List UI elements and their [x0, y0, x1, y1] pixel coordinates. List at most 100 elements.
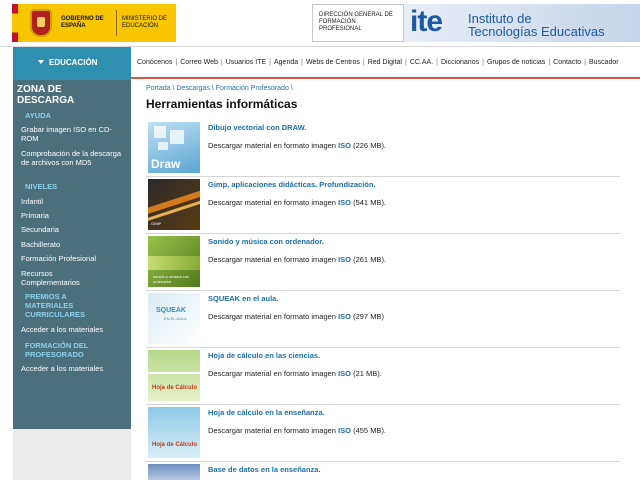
item-size: (541 MB). [353, 198, 387, 207]
sidebar-link-bachillerato[interactable]: Bachillerato [21, 240, 125, 249]
page-title: Herramientas informáticas [146, 97, 298, 111]
breadcrumb-portada[interactable]: Portada [146, 85, 171, 92]
sidebar-link-formacion-profesional[interactable]: Formación Profesional [21, 254, 125, 263]
nav-link-conocenos[interactable]: Conócenos [137, 59, 172, 66]
item-title-link[interactable]: Sonido y música con ordenador. [208, 237, 324, 246]
nav-link-correo-web[interactable]: Correo Web [180, 59, 218, 66]
niveles-heading: NIVELES [25, 182, 58, 191]
sidebar-link-primaria[interactable]: Primaria [21, 211, 125, 220]
iso-download-link[interactable]: ISO [338, 198, 351, 207]
squeak-thumbnail[interactable]: SQUEAK EN EL AULA [148, 293, 200, 344]
download-item: SQUEAK EN EL AULA SQUEAK en el aula. Des… [146, 291, 620, 348]
ayuda-heading: AYUDA [25, 111, 51, 120]
sidebar-link-formacion-materiales[interactable]: Acceder a los materiales [21, 364, 125, 373]
sidebar-link-secundaria[interactable]: Secundaria [21, 225, 125, 234]
ite-name: Instituto de Tecnologías Educativas [468, 12, 605, 38]
chevron-down-icon [38, 60, 44, 64]
item-desc-text: Descargar material en formato imagen [208, 255, 336, 264]
draw-thumbnail-label: Draw [151, 157, 181, 171]
download-zone-panel: ZONA DE DESCARGA AYUDA Grabar imagen ISO… [13, 80, 131, 429]
gobierno-logo[interactable]: GOBIERNO DE ESPAÑA MINISTERIO DE EDUCACI… [12, 4, 176, 42]
item-size: (261 MB). [353, 255, 387, 264]
sonido-thumbnail[interactable]: sonido y música con ordenador [148, 236, 200, 287]
nav-separator: | [404, 59, 407, 66]
item-description: Descargar material en formato imagen ISO… [208, 426, 386, 435]
educacion-dropdown-button[interactable]: EDUCACIÓN [13, 47, 131, 80]
hoja-thumbnail-label: Hoja de Cálculo [152, 385, 198, 391]
sidebar-footer [13, 429, 131, 480]
gimp-thumbnail[interactable]: GIMP [148, 179, 200, 230]
zone-title: ZONA DE DESCARGA [17, 84, 127, 106]
sonido-thumbnail-label: sonido y música con ordenador [153, 274, 190, 284]
download-item: sonido y música con ordenador Sonido y m… [146, 234, 620, 291]
breadcrumb: Portada \ Descargas \ Formación Profesor… [146, 85, 293, 92]
item-title-link[interactable]: Hoja de cálculo en las ciencias. [208, 351, 320, 360]
right-margin [620, 81, 640, 480]
item-desc-text: Descargar material en formato imagen [208, 312, 336, 321]
iso-download-link[interactable]: ISO [338, 141, 351, 150]
hoja-thumbnail-label: Hoja de Cálculo [152, 442, 198, 448]
sidebar-link-recursos-complementarios[interactable]: Recursos Complementarios [21, 269, 81, 287]
breadcrumb-separator: \ [288, 85, 293, 92]
nav-link-red-digital[interactable]: Red Digital [368, 59, 402, 66]
breadcrumb-descargas[interactable]: Descargas [176, 85, 209, 92]
nav-link-webs-de-centros[interactable]: Webs de Centros [306, 59, 360, 66]
download-item: Draw Dibujo vectorial con DRAW. Descarga… [146, 120, 620, 177]
nav-separator: | [301, 59, 303, 66]
squeak-thumbnail-label: SQUEAK [156, 307, 186, 314]
ite-banner[interactable]: ite Instituto de Tecnologías Educativas [404, 4, 640, 42]
left-sidebar: EDUCACIÓN ZONA DE DESCARGA AYUDA Grabar … [13, 47, 131, 480]
ministerio-text: MINISTERIO DE EDUCACIÓN [122, 16, 168, 29]
nav-link-agenda[interactable]: Agenda [274, 59, 298, 66]
squeak-thumbnail-sub: EN EL AULA [164, 316, 187, 321]
iso-download-link[interactable]: ISO [338, 426, 351, 435]
nav-items: Conócenos | Correo Web | Usuarios ITE | Agenda… [137, 59, 619, 66]
iso-download-link[interactable]: ISO [338, 255, 351, 264]
nav-link-usuarios-ite[interactable]: Usuarios ITE [226, 59, 266, 66]
spain-flag-icon [12, 4, 18, 42]
white-band [148, 372, 200, 374]
download-item: Hoja de Cálculo Hoja de cálculo en las c… [146, 348, 620, 405]
nav-link-diccionarios[interactable]: Diccionarios [441, 59, 479, 66]
coat-of-arms-icon [30, 9, 52, 37]
download-item: Base de datos en la enseñanza. [146, 462, 620, 480]
iso-download-link[interactable]: ISO [338, 369, 351, 378]
nav-separator: | [548, 59, 551, 66]
item-title-link[interactable]: Gimp, aplicaciones didácticas. Profundiz… [208, 180, 376, 189]
item-description: Descargar material en formato imagen ISO… [208, 198, 386, 207]
nav-link-grupos-de-noticias[interactable]: Grupos de noticias [487, 59, 545, 66]
hoja-ciencias-thumbnail[interactable]: Hoja de Cálculo [148, 350, 200, 401]
hoja-ensenanza-thumbnail[interactable]: Hoja de Cálculo [148, 407, 200, 458]
download-item: Hoja de Cálculo Hoja de cálculo en la en… [146, 405, 620, 462]
sidebar-link-infantil[interactable]: Infantil [21, 197, 125, 206]
draw-thumbnail[interactable]: Draw [148, 122, 200, 173]
window-shape-icon [158, 142, 168, 150]
nav-separator: | [175, 59, 178, 66]
nav-link-contacto[interactable]: Contacto [553, 59, 581, 66]
item-title-link[interactable]: SQUEAK en el aula. [208, 294, 278, 303]
window-shape-icon [170, 130, 184, 144]
sidebar-link-premios-materiales[interactable]: Acceder a los materiales [21, 325, 125, 334]
iso-download-link[interactable]: ISO [338, 312, 351, 321]
item-title-link[interactable]: Dibujo vectorial con DRAW. [208, 123, 306, 132]
item-title-link[interactable]: Hoja de cálculo en la enseñanza. [208, 408, 325, 417]
sidebar-link-comprobacion-md5[interactable]: Comprobación de la descarga de archivos … [21, 149, 125, 167]
nav-link-ccaa[interactable]: CC.AA. [410, 59, 433, 66]
item-description: Descargar material en formato imagen ISO… [208, 255, 386, 264]
base-datos-thumbnail[interactable] [148, 464, 200, 480]
top-navigation: Conócenos | Correo Web | Usuarios ITE | Agenda… [131, 47, 640, 79]
window-shape-icon [154, 126, 166, 138]
item-description: Descargar material en formato imagen ISO… [208, 369, 382, 378]
breadcrumb-formacion-profesorado[interactable]: Formación Profesorado [216, 85, 289, 92]
item-size: (226 MB). [353, 141, 387, 150]
sidebar-link-grabar-iso[interactable]: Grabar imagen ISO en CD-ROM [21, 125, 125, 143]
download-item: GIMP Gimp, aplicaciones didácticas. Prof… [146, 177, 620, 234]
nav-separator: | [269, 59, 271, 66]
item-title-link[interactable]: Base de datos en la enseñanza. [208, 465, 321, 474]
site-header: GOBIERNO DE ESPAÑA MINISTERIO DE EDUCACI… [0, 0, 640, 47]
nav-link-buscador[interactable]: Buscador [589, 59, 619, 66]
nav-separator: | [584, 59, 586, 66]
item-size: (297 MB) [353, 312, 384, 321]
zone-title-line-2: DESCARGA [17, 95, 75, 106]
nav-separator: | [482, 59, 484, 66]
